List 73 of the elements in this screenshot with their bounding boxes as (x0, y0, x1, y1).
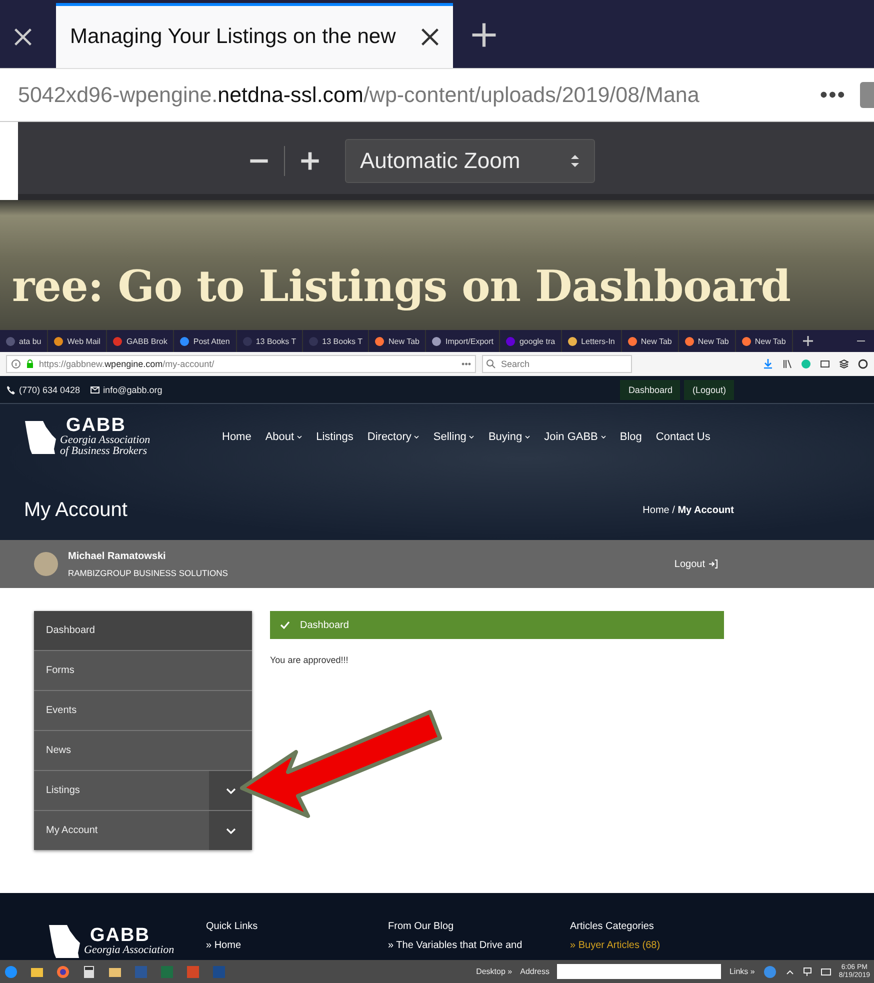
keyboard-icon[interactable] (820, 966, 831, 976)
menu-item[interactable]: Events (34, 691, 252, 730)
address-field[interactable] (557, 964, 722, 979)
lock-icon (25, 359, 35, 369)
slide-heading: ree: Go to Listings on Dashboard (12, 262, 790, 312)
footer-heading: Articles Categories (570, 921, 655, 932)
search-field[interactable]: Search (482, 355, 632, 373)
calculator-icon[interactable] (82, 964, 96, 978)
logo-title: GABB (66, 416, 126, 435)
close-icon[interactable] (419, 26, 441, 48)
layers-icon[interactable] (839, 359, 849, 369)
nav-link[interactable]: Join GABB (544, 430, 606, 442)
breadcrumb: Home / My Account (642, 505, 734, 516)
nav-link[interactable]: Selling (433, 430, 474, 442)
chevron-down-icon (226, 828, 236, 834)
company-name: RAMBIZGROUP BUSINESS SOLUTIONS (68, 568, 228, 578)
browser-tab[interactable]: Managing Your Listings on the new (56, 3, 453, 68)
sidebar-icon[interactable] (820, 359, 830, 369)
menu-item[interactable]: News (34, 731, 252, 770)
info-icon[interactable] (11, 359, 21, 369)
address-field[interactable]: https://gabbnew.wpengine.com/my-account/ ••• (6, 355, 476, 373)
page-title: My Account (24, 499, 128, 522)
logo-subtitle: of Business Brokers (60, 446, 148, 457)
logout-button[interactable]: Logout (668, 558, 724, 570)
nav-link[interactable]: Listings (316, 430, 354, 442)
state-map-icon (48, 922, 82, 958)
envelope-icon (90, 384, 100, 394)
zoom-in-icon[interactable] (299, 150, 321, 172)
zoom-select[interactable]: Automatic Zoom (345, 139, 595, 183)
address-bar-url[interactable]: 5042xd96-wpengine.netdna-ssl.com/wp-content/uploads/2019/08/Mana (18, 82, 806, 108)
sort-arrows-icon (570, 153, 580, 169)
footer-heading: Quick Links (206, 921, 259, 932)
phone-number: (770) 634 0428 (19, 384, 80, 394)
help-icon[interactable] (762, 964, 777, 978)
email-link[interactable]: info@gabb.org (103, 384, 162, 394)
footer-link[interactable]: » Buyer Articles (68) (570, 940, 752, 951)
state-map-icon (24, 418, 58, 454)
top-link[interactable]: (Logout) (684, 380, 734, 400)
close-icon[interactable] (12, 26, 34, 48)
footer-heading: From Our Blog (388, 921, 455, 932)
nav-link[interactable]: Directory (367, 430, 420, 442)
address-label: Address (520, 967, 550, 976)
desktop-toolbar[interactable]: Desktop » (476, 967, 512, 976)
chevron-down-icon (226, 788, 236, 794)
menu-item[interactable]: Dashboard (34, 611, 252, 650)
nav-link[interactable]: Buying (488, 430, 530, 442)
avatar (34, 552, 58, 576)
page-actions-button[interactable]: ••• (806, 82, 860, 108)
logo-subtitle: Georgia Association (60, 435, 150, 446)
links-toolbar[interactable]: Links » (729, 967, 755, 976)
phone-icon (6, 384, 16, 394)
top-link[interactable]: Dashboard (620, 380, 680, 400)
logout-icon (708, 559, 718, 569)
network-icon[interactable] (802, 966, 813, 976)
nav-link[interactable]: Contact Us (656, 430, 710, 442)
status-message: You are approved!!! (270, 655, 350, 665)
nav-link[interactable]: Blog (620, 430, 642, 442)
footer-link[interactable]: » Home (206, 940, 388, 951)
account-icon[interactable] (858, 359, 868, 369)
new-tab-icon[interactable] (471, 22, 497, 48)
notice-bar: Dashboard (270, 611, 724, 639)
footer-link[interactable]: » The Variables that Drive and (388, 940, 570, 951)
new-tab-icon[interactable] (802, 336, 813, 346)
menu-item[interactable]: Forms (34, 651, 252, 690)
library-icon[interactable] (782, 359, 792, 369)
download-icon[interactable] (763, 359, 773, 369)
nav-link[interactable]: About (265, 430, 302, 442)
nav-link[interactable]: Home (222, 430, 252, 442)
firefox-icon[interactable] (56, 964, 70, 978)
logo-subtitle: Georgia Association (84, 944, 174, 956)
logo-title: GABB (90, 926, 151, 944)
browser-icon[interactable] (4, 964, 18, 978)
user-name: Michael Ramatowski (68, 550, 167, 562)
